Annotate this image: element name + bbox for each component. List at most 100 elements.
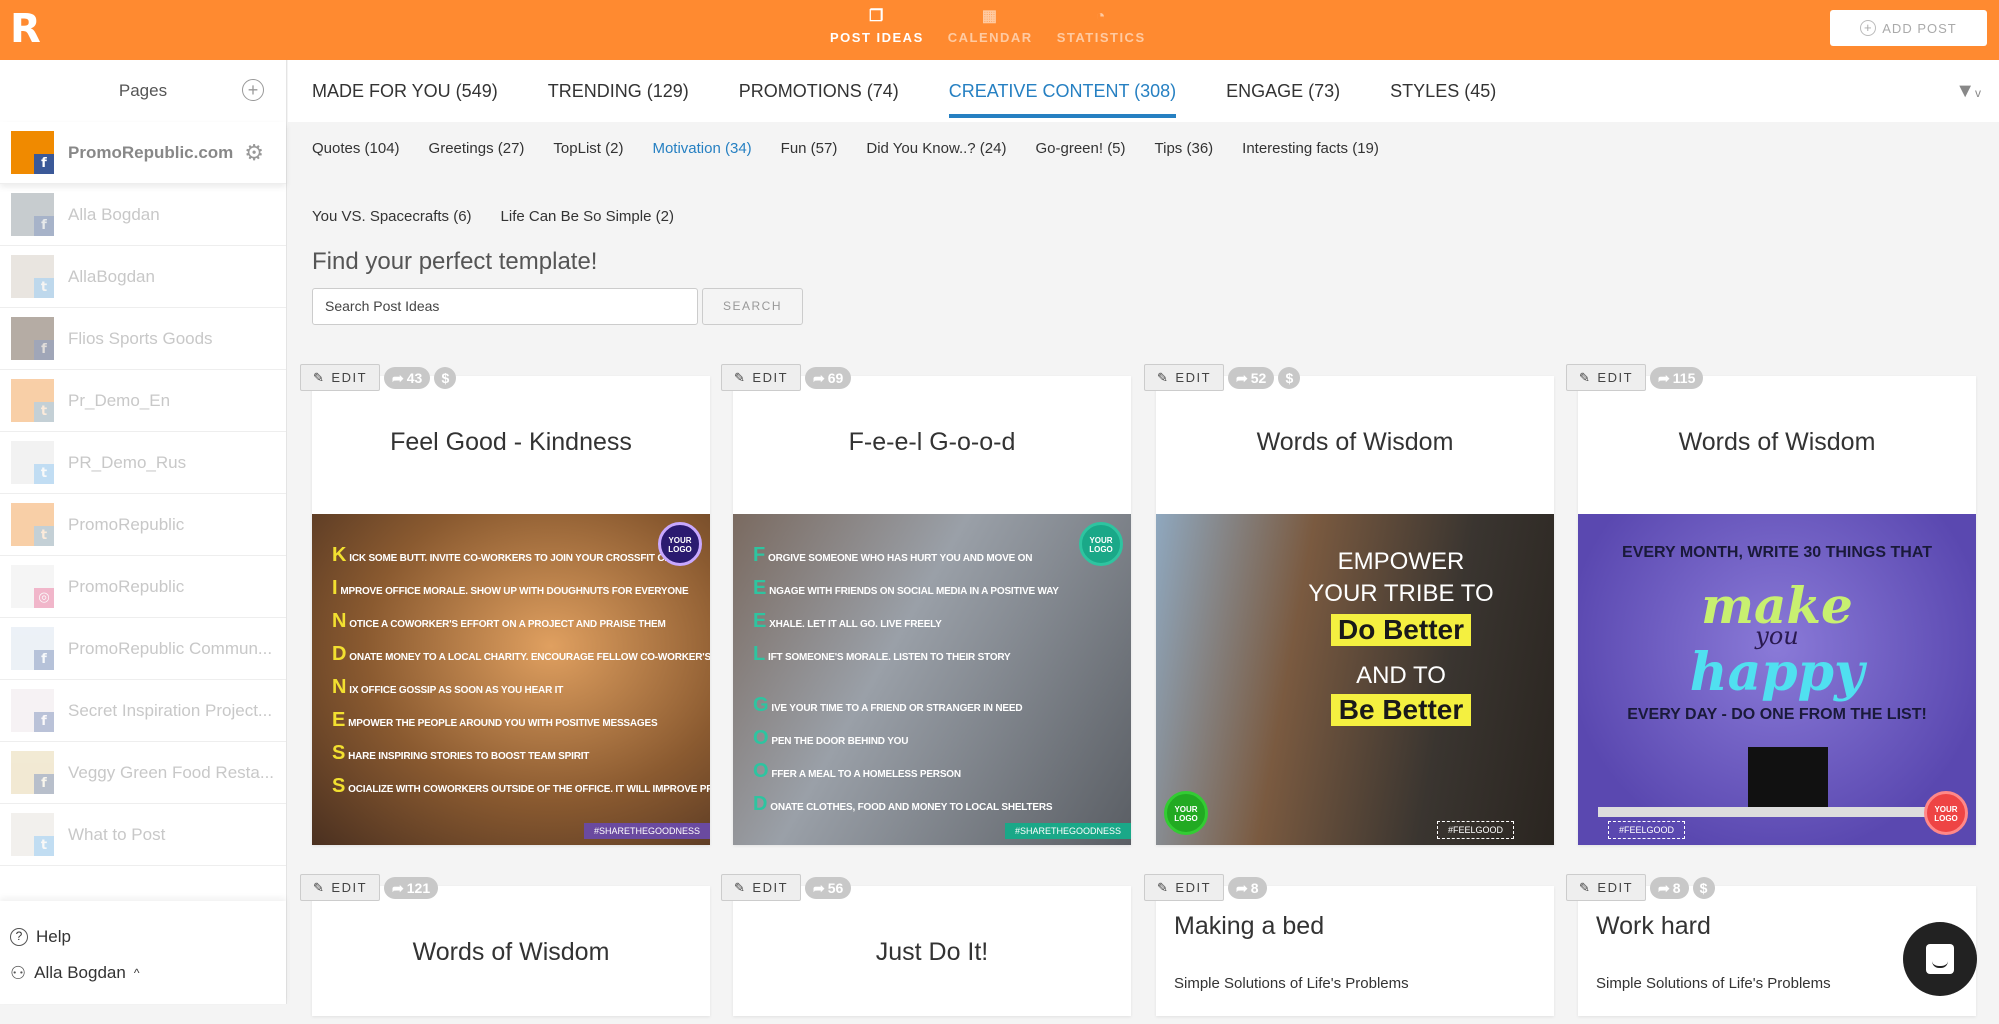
image-text-line: N OTICE A COWORKER'S EFFORT ON A PROJECT … — [332, 610, 666, 633]
card-preview-image[interactable]: EVERY MONTH, WRITE 30 THINGS THAT make you… — [1578, 514, 1976, 845]
paid-icon: $ — [1278, 366, 1301, 389]
page-item[interactable]: t PromoRepublic — [0, 494, 286, 556]
wrench-icon: ✎ — [1579, 370, 1592, 385]
tab-made-for-you[interactable]: MADE FOR YOU (549) — [312, 60, 523, 122]
card-preview-image[interactable]: F ORGIVE SOMEONE WHO HAS HURT YOU AND MOV… — [733, 514, 1131, 845]
subcategory-link[interactable]: Greetings (27) — [429, 140, 525, 157]
image-initial-letter: D — [753, 793, 768, 815]
image-initial-letter: S — [332, 775, 346, 797]
search-input[interactable]: Search Post Ideas — [312, 288, 698, 325]
page-item[interactable]: f Secret Inspiration Project... — [0, 680, 286, 742]
subcategory-link[interactable]: Tips (36) — [1155, 140, 1214, 157]
image-text-line: L IFT SOMEONE'S MORALE. LISTEN TO THEIR S… — [753, 643, 1011, 666]
chat-button[interactable] — [1903, 922, 1977, 996]
post-idea-card[interactable]: Words of Wisdom EMPOWER YOUR TRIBE TO Do Be… — [1156, 376, 1554, 845]
tab-promotions[interactable]: PROMOTIONS (74) — [739, 60, 924, 122]
tab-trending[interactable]: TRENDING (129) — [548, 60, 714, 122]
post-idea-card[interactable]: F-e-e-l G-o-o-d F ORGIVE SOMEONE WHO HAS H… — [733, 376, 1131, 845]
share-count-badge: ➦ 43 — [384, 366, 431, 389]
card-title: Words of Wisdom — [412, 938, 610, 966]
post-idea-card[interactable]: Words of Wisdom — [312, 886, 710, 1016]
tab-styles[interactable]: STYLES (45) — [1390, 60, 1521, 122]
user-icon: ⚇ — [10, 962, 27, 983]
edit-label: EDIT — [1175, 370, 1212, 385]
image-line-text: IX OFFICE GOSSIP AS SOON AS YOU HEAR IT — [349, 685, 564, 696]
share-count-badge: ➦ 8 — [1228, 876, 1267, 899]
gear-icon[interactable]: ⚙ — [244, 140, 264, 166]
page-item[interactable]: ◎ PromoRepublic — [0, 556, 286, 618]
page-item[interactable]: t Pr_Demo_En — [0, 370, 286, 432]
share-count: 8 — [1672, 879, 1681, 896]
add-page-icon[interactable]: + — [242, 79, 264, 101]
subcategory-link[interactable]: Go-green! (5) — [1035, 140, 1125, 157]
promorepublic-logo[interactable]: R — [10, 8, 46, 50]
edit-button[interactable]: ✎ EDIT — [1566, 364, 1647, 391]
page-name: PromoRepublic.com — [68, 142, 234, 162]
help-link[interactable]: ? Help — [10, 919, 276, 955]
page-item[interactable]: f Alla Bogdan — [0, 184, 286, 246]
wrench-icon: ✎ — [1157, 370, 1170, 385]
page-item[interactable]: f PromoRepublic Commun... — [0, 618, 286, 680]
image-hashtag: #SHARETHEGOODNESS — [583, 823, 710, 839]
facebook-icon: f — [34, 216, 54, 236]
image-initial-letter: L — [753, 643, 766, 665]
image-line-text: ONATE MONEY TO A LOCAL CHARITY. ENCOURAG… — [349, 652, 710, 663]
plus-circle-icon: + — [1860, 20, 1877, 36]
page-item[interactable]: f PromoRepublic.com ⚙ — [0, 122, 286, 184]
image-hashtag: #FEELGOOD — [1436, 821, 1514, 839]
subcategory-link[interactable]: Quotes (104) — [312, 140, 400, 157]
search-button[interactable]: SEARCH — [702, 288, 803, 325]
subcategory-link[interactable]: TopList (2) — [553, 140, 623, 157]
user-menu[interactable]: ⚇ Alla Bogdan ^ — [10, 955, 276, 991]
post-idea-card[interactable]: Feel Good - Kindness K ICK SOME BUTT. INVI… — [312, 376, 710, 845]
nav-statistics[interactable]: ◔ STATISTICS — [1057, 6, 1146, 45]
card-title: Feel Good - Kindness — [390, 428, 632, 456]
edit-button[interactable]: ✎ EDIT — [1144, 874, 1225, 901]
add-post-button[interactable]: + ADD POST — [1830, 10, 1987, 46]
edit-label: EDIT — [331, 880, 368, 895]
edit-button[interactable]: ✎ EDIT — [300, 874, 381, 901]
card-preview-image[interactable]: K ICK SOME BUTT. INVITE CO-WORKERS TO JOI… — [312, 514, 710, 845]
card-preview-image[interactable]: EMPOWER YOUR TRIBE TO Do Better AND TO Be Be… — [1156, 514, 1554, 845]
page-item[interactable]: f Flios Sports Goods — [0, 308, 286, 370]
subcategory-link[interactable]: You VS. Spacecrafts (6) — [312, 208, 472, 225]
post-idea-card[interactable]: Just Do It! — [733, 886, 1131, 1016]
subcategory-link[interactable]: Did You Know..? (24) — [866, 140, 1006, 157]
page-avatar: f — [11, 193, 54, 236]
subcategory-link[interactable]: Interesting facts (19) — [1242, 140, 1379, 157]
subcategory-link[interactable]: Fun (57) — [781, 140, 838, 157]
tab-engage[interactable]: ENGAGE (73) — [1226, 60, 1365, 122]
wrench-icon: ✎ — [1157, 880, 1170, 895]
page-item[interactable]: f Veggy Green Food Resta... — [0, 742, 286, 804]
card-actions: ✎ EDIT ➦ 115 — [1566, 364, 1704, 391]
edit-button[interactable]: ✎ EDIT — [1144, 364, 1225, 391]
post-idea-card[interactable]: Words of Wisdom EVERY MONTH, WRITE 30 THI… — [1578, 376, 1976, 845]
page-avatar: f — [11, 317, 54, 360]
page-item[interactable]: t PR_Demo_Rus — [0, 432, 286, 494]
twitter-icon: t — [34, 464, 54, 484]
twitter-icon: t — [34, 526, 54, 546]
subcategory-link[interactable]: Motivation (34) — [652, 140, 751, 157]
tab-creative-content[interactable]: CREATIVE CONTENT (308) — [948, 60, 1201, 122]
share-icon: ➦ — [1658, 879, 1670, 896]
subcategory-link[interactable]: Life Can Be So Simple (2) — [501, 208, 674, 225]
edit-button[interactable]: ✎ EDIT — [721, 874, 802, 901]
edit-button[interactable]: ✎ EDIT — [721, 364, 802, 391]
post-idea-card[interactable]: Making a bed Simple Solutions of Life's P… — [1156, 886, 1554, 1016]
image-hashtag: #FEELGOOD — [1608, 821, 1686, 839]
edit-button[interactable]: ✎ EDIT — [300, 364, 381, 391]
share-count-badge: ➦ 8 — [1650, 876, 1689, 899]
edit-button[interactable]: ✎ EDIT — [1566, 874, 1647, 901]
page-item[interactable]: t AllaBogdan — [0, 246, 286, 308]
nav-post-ideas[interactable]: ❐ POST IDEAS — [830, 6, 924, 45]
facebook-icon: f — [34, 712, 54, 732]
page-item[interactable]: t What to Post — [0, 804, 286, 866]
search-heading: Find your perfect template! — [312, 248, 598, 275]
filter-icon[interactable]: ▼v — [1955, 80, 1981, 103]
image-text-line: E XHALE. LET IT ALL GO. LIVE FREELY — [753, 610, 942, 633]
image-text-line: E NGAGE WITH FRIENDS ON SOCIAL MEDIA IN A… — [753, 577, 1059, 600]
share-count: 121 — [406, 879, 431, 896]
instagram-icon: ◎ — [34, 588, 54, 608]
page-avatar: f — [11, 751, 54, 794]
nav-calendar[interactable]: ▦ CALENDAR — [948, 6, 1033, 45]
